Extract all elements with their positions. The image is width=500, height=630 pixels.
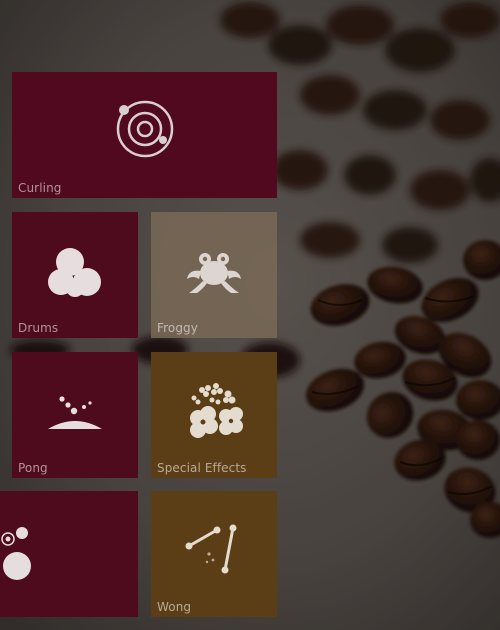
tile-drums[interactable]: Drums — [12, 212, 138, 338]
tile-curling[interactable]: Curling — [12, 72, 277, 198]
frog-icon — [185, 251, 243, 299]
tile-pong[interactable]: Pong — [12, 352, 138, 478]
tile-bubbles[interactable] — [0, 491, 138, 617]
flowers-icon — [184, 382, 244, 444]
tile-label: Curling — [18, 181, 62, 195]
tile-wong[interactable]: Wong — [151, 491, 277, 617]
drums-icon — [45, 246, 105, 304]
pong-icon — [44, 395, 106, 439]
curling-stone-icon — [114, 98, 176, 164]
sticks-icon — [183, 522, 245, 582]
tile-label: Wong — [157, 600, 192, 614]
tile-special-effects[interactable]: Special Effects — [151, 352, 277, 478]
app-screen: Curling Drums Froggy Pong Special Effect… — [0, 0, 500, 630]
tile-label: Drums — [18, 321, 59, 335]
tile-froggy[interactable]: Froggy — [151, 212, 277, 338]
tile-label: Froggy — [157, 321, 198, 335]
tile-label: Special Effects — [157, 461, 247, 475]
tile-label: Pong — [18, 461, 48, 475]
bubbles-icon — [0, 517, 40, 585]
